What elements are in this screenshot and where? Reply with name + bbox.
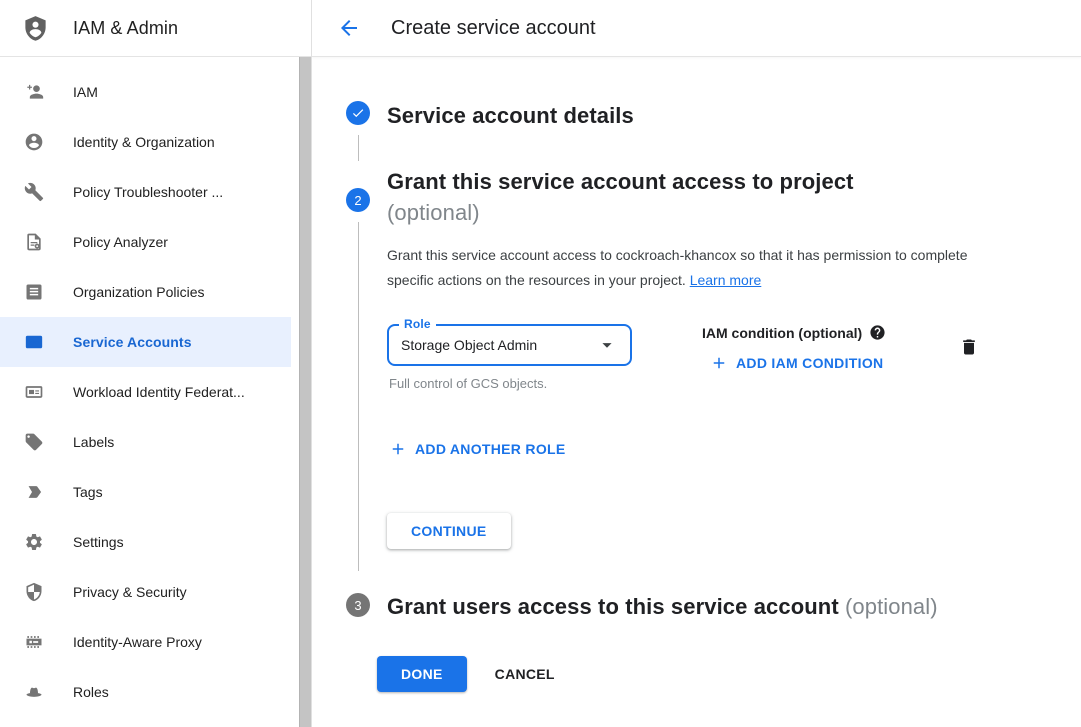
delete-role-trash-icon[interactable] xyxy=(959,336,979,358)
sidebar-item-label: Identity-Aware Proxy xyxy=(73,634,202,650)
sidebar-item-organization-policies[interactable]: Organization Policies xyxy=(0,267,291,317)
step-grant-users-access: 3 Grant users access to this service acc… xyxy=(346,593,1081,622)
page-title: Create service account xyxy=(391,17,596,40)
sidebar: IAM & Admin IAM Identity & Organization … xyxy=(0,0,312,727)
iam-admin-shield-icon xyxy=(22,15,49,42)
step-service-account-details: Service account details xyxy=(346,101,1081,161)
role-selected-value: Storage Object Admin xyxy=(401,337,596,353)
sidebar-item-tags[interactable]: Tags xyxy=(0,467,291,517)
add-iam-condition-button[interactable]: ADD IAM CONDITION xyxy=(710,354,883,372)
id-card-icon xyxy=(24,382,44,402)
iam-condition-section: IAM condition (optional) ADD IAM CONDITI… xyxy=(702,324,886,377)
learn-more-link[interactable]: Learn more xyxy=(690,272,762,288)
sidebar-item-label: Policy Troubleshooter ... xyxy=(73,184,223,200)
step1-complete-check-icon xyxy=(346,101,370,125)
role-helper-text: Full control of GCS objects. xyxy=(389,376,632,391)
role-select[interactable]: Role Storage Object Admin xyxy=(387,324,632,366)
form-footer: DONE CANCEL xyxy=(377,656,1081,692)
step-grant-access-to-project: 2 Grant this service account access to p… xyxy=(346,188,1081,573)
hat-icon xyxy=(24,682,44,702)
sidebar-item-policy-troubleshooter[interactable]: Policy Troubleshooter ... xyxy=(0,167,291,217)
account-circle-icon xyxy=(24,132,44,152)
arrow-back-icon[interactable] xyxy=(337,16,361,40)
page-header: Create service account xyxy=(312,0,1081,57)
create-service-account-form: Service account details 2 Grant this ser… xyxy=(312,57,1081,727)
sidebar-item-service-accounts[interactable]: Service Accounts xyxy=(0,317,291,367)
sidebar-item-settings[interactable]: Settings xyxy=(0,517,291,567)
add-another-role-button[interactable]: ADD ANOTHER ROLE xyxy=(389,440,566,458)
step3-rail: 3 xyxy=(346,593,370,622)
step1-title: Service account details xyxy=(387,100,634,131)
wrench-icon xyxy=(24,182,44,202)
sidebar-item-label: Settings xyxy=(73,534,124,550)
sidebar-item-label: Tags xyxy=(73,484,103,500)
sidebar-item-privacy-security[interactable]: Privacy & Security xyxy=(0,567,291,617)
sidebar-item-label: Identity & Organization xyxy=(73,134,215,150)
sidebar-item-label: Roles xyxy=(73,684,109,700)
step3-number-badge: 3 xyxy=(346,593,370,617)
document-check-icon xyxy=(24,232,44,252)
sidebar-item-label: Organization Policies xyxy=(73,284,205,300)
sidebar-item-label: Privacy & Security xyxy=(73,584,187,600)
step-connector xyxy=(358,135,359,161)
main-panel: Create service account Service account d… xyxy=(312,0,1081,727)
proxy-icon xyxy=(24,632,44,652)
tag-icon xyxy=(24,432,44,452)
iam-condition-label: IAM condition (optional) xyxy=(702,325,862,341)
plus-icon xyxy=(710,354,728,372)
sidebar-item-roles[interactable]: Roles xyxy=(0,667,291,717)
sidebar-item-identity-aware-proxy[interactable]: Identity-Aware Proxy xyxy=(0,617,291,667)
chevron-down-icon xyxy=(596,334,618,356)
step3-title: Grant users access to this service accou… xyxy=(387,591,938,622)
step-connector xyxy=(358,222,359,571)
sidebar-header: IAM & Admin xyxy=(0,0,311,57)
sidebar-item-label: Labels xyxy=(73,434,114,450)
step2-description: Grant this service account access to coc… xyxy=(387,243,979,293)
step1-rail xyxy=(346,101,370,161)
continue-button[interactable]: CONTINUE xyxy=(387,513,511,549)
role-field-label: Role xyxy=(399,317,436,331)
sidebar-item-workload-identity-federation[interactable]: Workload Identity Federat... xyxy=(0,367,291,417)
plus-icon xyxy=(389,440,407,458)
sidebar-item-label: Workload Identity Federat... xyxy=(73,384,245,400)
gear-icon xyxy=(24,532,44,552)
step2-optional-suffix: (optional) xyxy=(387,200,480,225)
article-icon xyxy=(24,282,44,302)
service-account-key-icon xyxy=(24,332,44,352)
help-icon[interactable] xyxy=(869,324,886,341)
sidebar-scrollbar[interactable] xyxy=(299,57,311,727)
sidebar-item-label: Policy Analyzer xyxy=(73,234,168,250)
sidebar-item-label: IAM xyxy=(73,84,98,100)
person-add-icon xyxy=(24,82,44,102)
step2-number-badge: 2 xyxy=(346,188,370,212)
role-row: Role Storage Object Admin Full control o… xyxy=(387,324,979,391)
shield-half-icon xyxy=(24,582,44,602)
step2-title: Grant this service account access to pro… xyxy=(387,166,947,228)
product-title: IAM & Admin xyxy=(73,18,178,39)
done-button[interactable]: DONE xyxy=(377,656,467,692)
step3-optional-suffix: (optional) xyxy=(845,594,938,619)
sidebar-item-policy-analyzer[interactable]: Policy Analyzer xyxy=(0,217,291,267)
step2-rail: 2 xyxy=(346,188,370,573)
cancel-button[interactable]: CANCEL xyxy=(495,666,555,682)
label-important-icon xyxy=(24,482,44,502)
sidebar-item-iam[interactable]: IAM xyxy=(0,67,291,117)
sidebar-nav: IAM Identity & Organization Policy Troub… xyxy=(0,57,311,717)
sidebar-item-identity-organization[interactable]: Identity & Organization xyxy=(0,117,291,167)
sidebar-item-labels[interactable]: Labels xyxy=(0,417,291,467)
sidebar-item-label: Service Accounts xyxy=(73,334,192,350)
